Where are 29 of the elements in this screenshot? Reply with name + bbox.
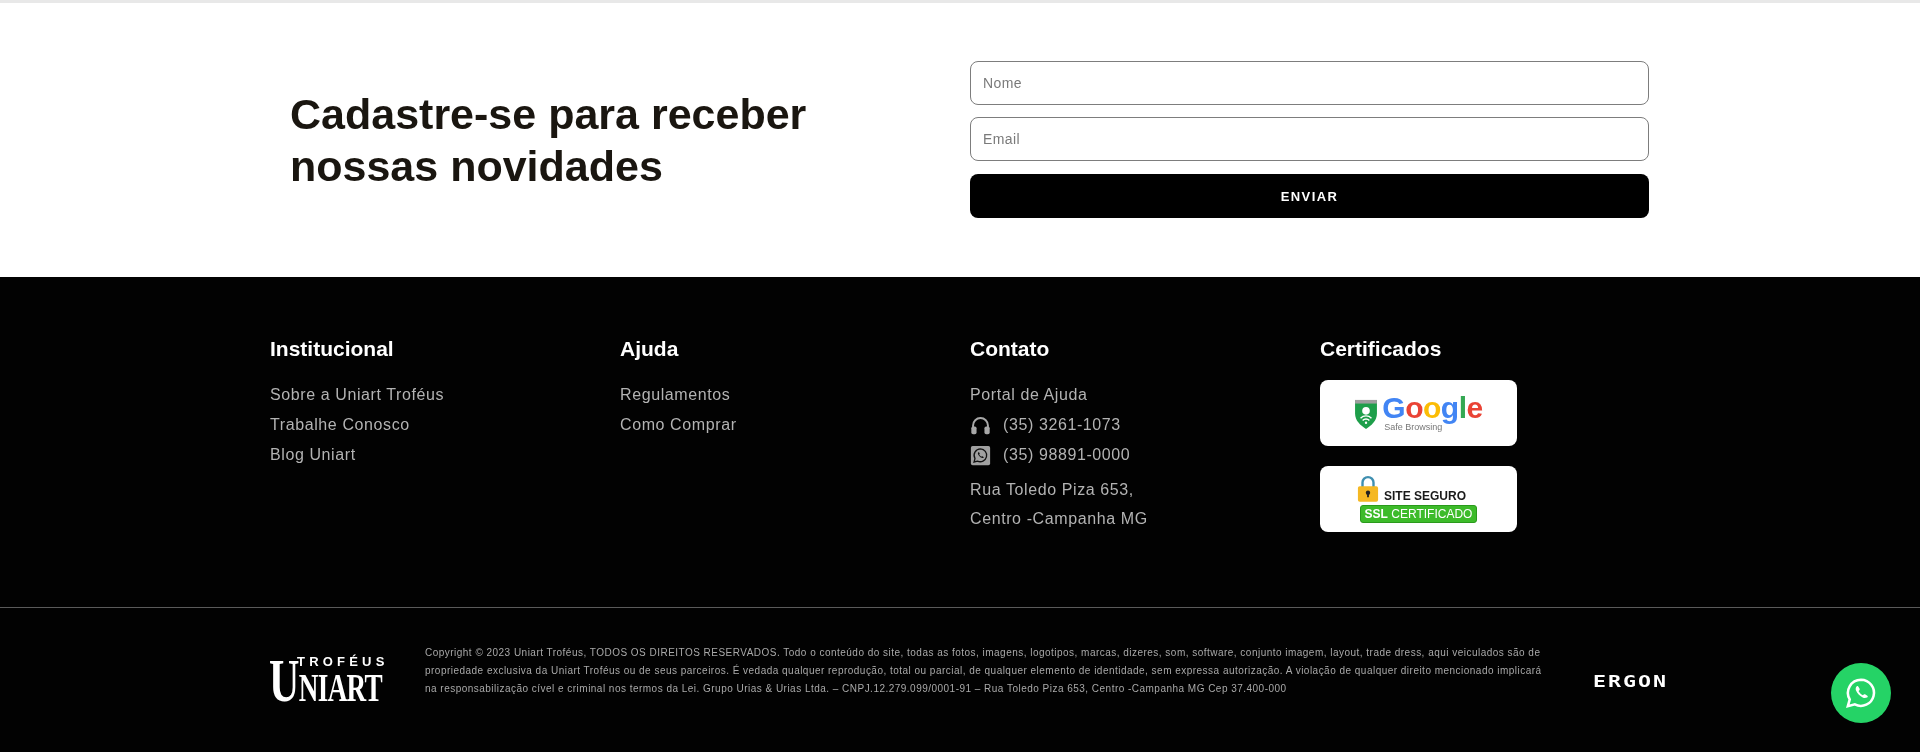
column-heading: Contato xyxy=(970,337,1050,361)
headphones-icon xyxy=(970,414,991,436)
column-heading: Institucional xyxy=(270,337,394,361)
google-wordmark: Google xyxy=(1382,394,1483,422)
help-portal-link[interactable]: Portal de Ajuda xyxy=(970,380,1088,410)
footer-link[interactable]: Blog Uniart xyxy=(270,440,356,470)
developer-logo: ERGON xyxy=(1593,674,1669,690)
footer-link[interactable]: Como Comprar xyxy=(620,410,737,440)
column-heading: Certificados xyxy=(1320,337,1442,361)
badge-subtitle: Safe Browsing xyxy=(1384,422,1443,432)
copyright-text: Copyright © 2023 Uniart Troféus, TODOS OS DIREITOS RESERVADOS. Todo o conteúdo do site, todas as fotos, imagens, logotipos, marcas, dizeres, som, software, conjunto imagem, layout, trade dress, aqui veiculados são de propriedade exclusiva da Uniart Troféus ou de seus parceiros. É vedada qualquer reprodução, total ou parcial, de qualquer elemento de identidade, sem expressa autorização. A violação de qualquer direito mencionado implicará na responsabilização cível e criminal nos termos da Lei. Grupo Urias & Urias Ltda. – CNPJ.12.279.099/0001-91 – Rua Toledo Piza 653, Centro -Campanha MG Cep 37.400-000 xyxy=(425,646,1543,696)
input-field[interactable]: Nome xyxy=(970,61,1649,105)
footer-link[interactable]: Sobre a Uniart Troféus xyxy=(270,380,445,410)
column-heading: Ajuda xyxy=(620,337,679,361)
footer-link[interactable]: Trabalhe Conosco xyxy=(270,410,410,440)
shield-icon xyxy=(1354,398,1379,430)
signup-heading: Cadastre-se para receber nossas novidades xyxy=(290,88,808,192)
address-line: Rua Toledo Piza 653, xyxy=(970,480,1134,500)
phone-bubble-icon xyxy=(1844,676,1878,710)
submit-button[interactable]: ENVIAR xyxy=(970,174,1649,218)
badge-title: SITE SEGURO xyxy=(1384,489,1466,503)
input-field[interactable]: Email xyxy=(970,117,1649,161)
chat-phone-icon xyxy=(970,444,991,466)
phone-number[interactable]: (35) 3261-1073 xyxy=(1003,410,1121,440)
padlock-icon xyxy=(1357,475,1379,503)
address-line: Centro -Campanha MG xyxy=(970,509,1148,529)
mobile-number[interactable]: (35) 98891-0000 xyxy=(1003,440,1131,470)
footer-link[interactable]: Regulamentos xyxy=(620,380,731,410)
certified-tag: SSL CERTIFICADO xyxy=(1359,505,1478,523)
